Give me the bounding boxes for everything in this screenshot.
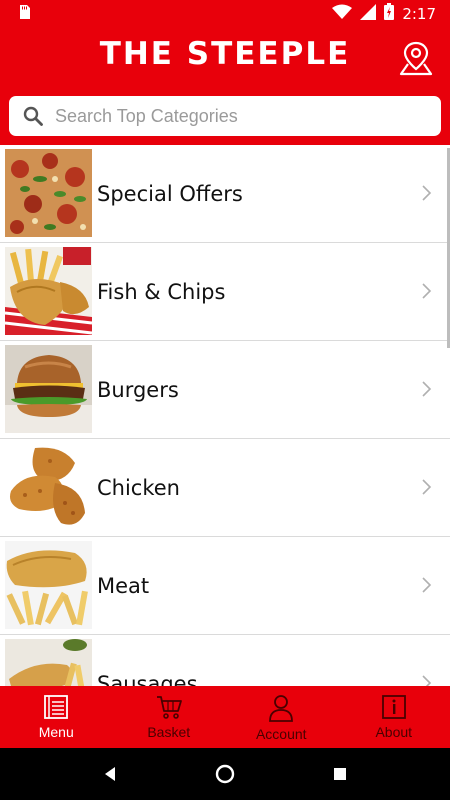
nav-label: Basket bbox=[147, 724, 191, 740]
nav-basket[interactable]: Basket bbox=[113, 686, 226, 748]
search-icon bbox=[23, 106, 43, 126]
chevron-right-icon bbox=[422, 479, 432, 495]
chevron-right-icon bbox=[422, 675, 432, 686]
cart-icon bbox=[156, 696, 182, 719]
sd-card-icon bbox=[18, 4, 30, 24]
app-header: THE STEEPLE bbox=[0, 28, 450, 90]
recents-icon[interactable] bbox=[332, 766, 348, 782]
category-label: Meat bbox=[97, 573, 150, 598]
category-label: Special Offers bbox=[97, 181, 243, 206]
nav-about[interactable]: About bbox=[338, 686, 450, 748]
back-icon[interactable] bbox=[102, 766, 118, 782]
system-nav-bar bbox=[0, 748, 450, 800]
nav-label: Account bbox=[255, 726, 307, 742]
category-label: Fish & Chips bbox=[97, 279, 226, 304]
info-icon bbox=[381, 695, 406, 719]
nav-label: Menu bbox=[38, 724, 74, 740]
search-input[interactable] bbox=[55, 105, 415, 127]
fried-chicken-image bbox=[5, 443, 92, 531]
category-label: Sausages bbox=[97, 671, 198, 687]
status-bar: 2:17 bbox=[0, 0, 450, 28]
chevron-right-icon bbox=[422, 577, 432, 593]
chevron-right-icon bbox=[422, 381, 432, 397]
search-area bbox=[0, 90, 450, 145]
status-icons: 2:17 bbox=[332, 3, 436, 25]
person-icon bbox=[269, 695, 294, 722]
bottom-nav: Menu Basket Account About bbox=[0, 686, 450, 748]
nav-account[interactable]: Account bbox=[225, 686, 338, 748]
category-row-fish-and-chips[interactable]: Fish & Chips bbox=[0, 243, 450, 341]
category-row-sausages[interactable]: Sausages bbox=[0, 635, 450, 686]
wifi-icon bbox=[332, 4, 353, 25]
nav-menu[interactable]: Menu bbox=[0, 686, 113, 748]
chevron-right-icon bbox=[422, 185, 432, 201]
pizza-image bbox=[5, 149, 92, 237]
category-row-burgers[interactable]: Burgers bbox=[0, 341, 450, 439]
home-icon[interactable] bbox=[214, 763, 236, 785]
burger-image bbox=[5, 345, 92, 433]
category-row-chicken[interactable]: Chicken bbox=[0, 439, 450, 537]
category-label: Chicken bbox=[97, 475, 180, 500]
location-button[interactable] bbox=[396, 38, 436, 78]
clock: 2:17 bbox=[402, 5, 436, 23]
category-label: Burgers bbox=[97, 377, 179, 402]
cell-signal-icon bbox=[360, 3, 377, 25]
chevron-right-icon bbox=[422, 283, 432, 299]
menu-book-icon bbox=[44, 695, 69, 719]
nav-label: About bbox=[375, 724, 413, 740]
search-box[interactable] bbox=[9, 96, 441, 136]
fish-and-chips-image bbox=[5, 247, 92, 335]
app-title: THE STEEPLE bbox=[99, 36, 351, 72]
battery-icon bbox=[384, 3, 395, 25]
map-pin-icon bbox=[399, 41, 433, 76]
battered-fish-image bbox=[5, 541, 92, 629]
app-screen: 2:17 THE STEEPLE Search Top Categories S… bbox=[0, 0, 450, 800]
category-row-special-offers[interactable]: Special Offers bbox=[0, 145, 450, 243]
sausage-image bbox=[5, 639, 92, 686]
category-list[interactable]: Special Offers Fish & Chips Burgers Chic… bbox=[0, 145, 450, 686]
category-row-meat[interactable]: Meat bbox=[0, 537, 450, 635]
